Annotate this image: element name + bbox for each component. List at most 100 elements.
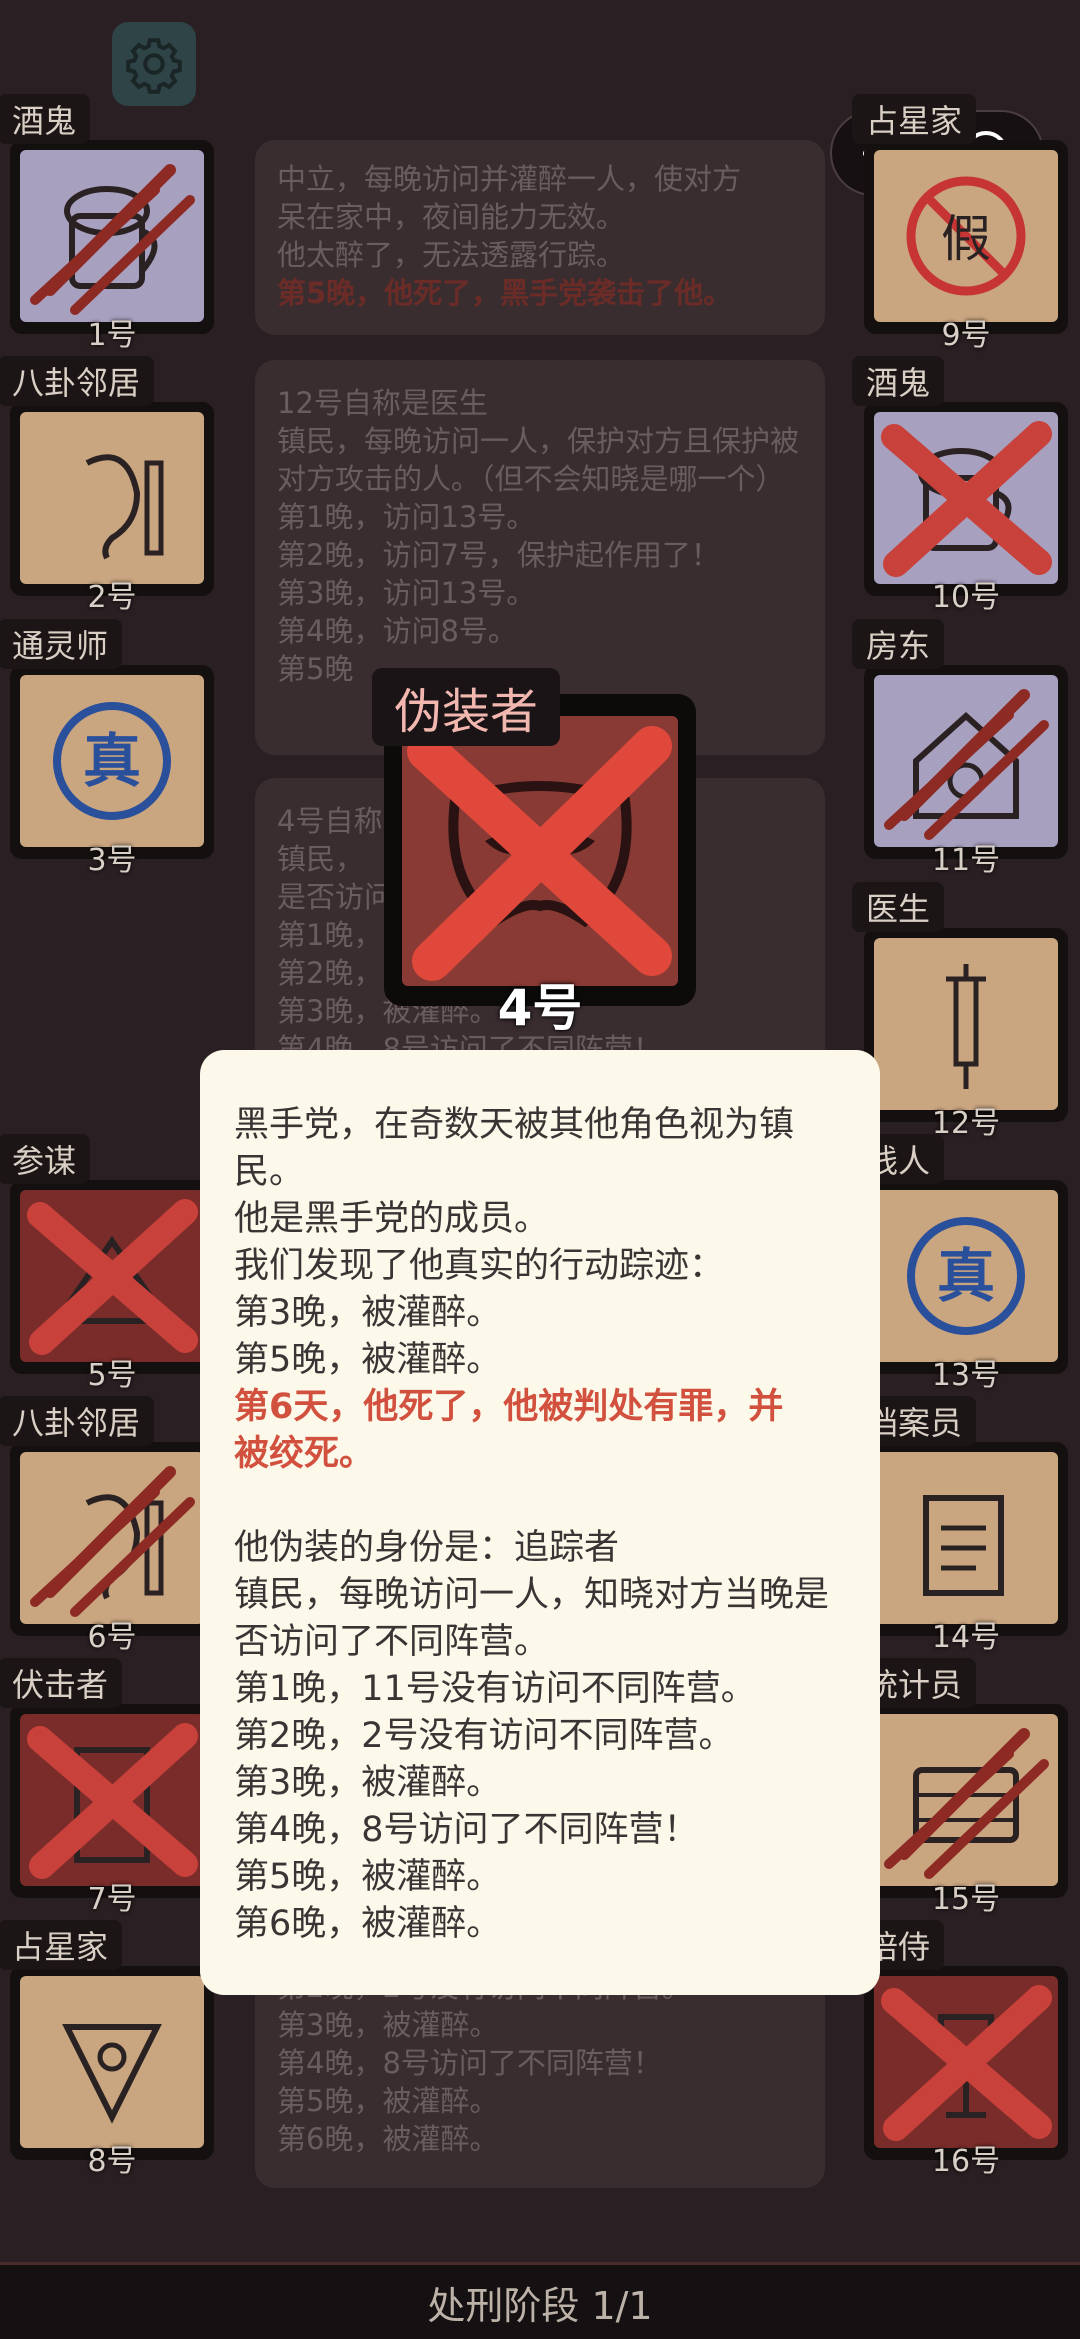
phase-footer: 处刑阶段 1/1 (0, 2262, 1080, 2339)
svg-text:真: 真 (83, 727, 141, 795)
log-line: 呆在家中，夜间能力无效。 (277, 200, 626, 234)
role-art (20, 1452, 204, 1624)
popup-line: 第4晚，8号访问了不同阵营！ (234, 1810, 699, 1850)
popup-line: 第1晚，11号没有访问不同阵营。 (234, 1669, 756, 1709)
role-label: 伏击者 (0, 1658, 123, 1708)
player-number: 6号 (87, 1620, 137, 1655)
player-number: 3号 (87, 843, 137, 878)
role-art (402, 716, 678, 986)
role-art (874, 1452, 1058, 1624)
player-card[interactable]: 房东 11号 (852, 619, 1068, 878)
player-number: 11号 (931, 843, 1001, 878)
player-card[interactable]: 八卦邻居 2号 (0, 356, 214, 615)
claw-mark (30, 164, 195, 315)
role-art (20, 1190, 204, 1362)
player-card[interactable]: 八卦邻居 6号 (0, 1396, 214, 1655)
eliminated-cross-mark (27, 1723, 198, 1879)
svg-text:真: 真 (937, 1242, 995, 1310)
role-art (874, 938, 1058, 1110)
role-art (874, 675, 1058, 847)
player-number: 10号 (931, 580, 1001, 615)
role-art: 真 (20, 675, 204, 847)
player-card[interactable]: 伏击者 7号 (0, 1658, 214, 1917)
popup-line: 第5晚，被灌醉。 (234, 1340, 502, 1380)
claw-mark (884, 1728, 1049, 1879)
role-art (874, 1976, 1058, 2148)
eliminated-cross-mark (407, 726, 672, 981)
log-line: 第3晚，访问13号。 (277, 576, 536, 610)
log-death-line: 第5晚，他死了，黑手党袭击了他。 (277, 276, 733, 310)
player-card[interactable]: 统计员 15号 (852, 1658, 1068, 1917)
role-art (20, 412, 204, 584)
eliminated-cross-mark (27, 1199, 198, 1355)
role-art: 假 (874, 150, 1058, 322)
selected-role-card: 伪装者 4号 (372, 668, 700, 1037)
player-number: 7号 (87, 1882, 137, 1917)
player-card[interactable]: 酒鬼 10号 (852, 356, 1068, 615)
log-line: 第2晚，访问7号，保护起作用了！ (277, 538, 720, 572)
popup-line: 第2晚，2号没有访问不同阵营。 (234, 1716, 734, 1756)
log-line: 第4晚，访问8号。 (277, 614, 517, 648)
log-line: 镇民，每晚访问一人，保护对方且保护被对方攻击的人。（但不会知晓是哪一个） (277, 424, 800, 496)
gear-icon (126, 38, 182, 94)
player-number: 2号 (87, 580, 137, 615)
role-label: 八卦邻居 (0, 1396, 155, 1446)
role-label: 房东 (852, 619, 945, 669)
popup-line: 他是黑手党的成员。 (234, 1199, 550, 1239)
player-card[interactable]: 假 占星家 9号 (852, 94, 1068, 353)
documents-icon (923, 1495, 1004, 1596)
popup-line: 镇民，每晚访问一人，知晓对方当晚是否访问了不同阵营。 (234, 1575, 830, 1662)
log-line: 第4晚，8号访问了不同阵营！ (277, 2046, 662, 2080)
ear-icon (85, 454, 164, 560)
syringe-icon (946, 964, 986, 1089)
log-line: 第1晚，访问13号。 (277, 500, 536, 534)
player-number: 16号 (931, 2144, 1001, 2179)
eliminated-cross-mark (881, 421, 1052, 577)
player-card[interactable]: 真 通灵师 3号 (0, 619, 214, 878)
role-label: 通灵师 (0, 619, 123, 669)
role-art (20, 1976, 204, 2148)
popup-spacer (234, 1478, 848, 1525)
role-label: 占星家 (0, 1920, 123, 1970)
svg-text:假: 假 (941, 210, 991, 268)
role-art (20, 1714, 204, 1886)
role-art: 真 (874, 1190, 1058, 1362)
log-line: 第6晚，被灌醉。 (277, 2122, 499, 2156)
popup-line: 他伪装的身份是：追踪者 (234, 1528, 620, 1568)
role-art (874, 1714, 1058, 1886)
popup-line: 第3晚，被灌醉。 (234, 1293, 502, 1333)
role-art (20, 150, 204, 322)
player-number: 14号 (931, 1620, 1001, 1655)
true-stamp-icon: 真 (53, 702, 171, 820)
player-card[interactable]: 参谋 5号 (0, 1134, 214, 1393)
popup-death-line: 第6天，他死了，他被判处有罪，并被绞死。 (234, 1387, 784, 1474)
player-number: 5号 (87, 1358, 137, 1393)
player-number: 1号 (87, 318, 137, 353)
role-label: 占星家 (852, 94, 977, 144)
player-card[interactable]: 陪侍 16号 (852, 1920, 1068, 2179)
player-number: 9号 (941, 318, 991, 353)
eliminated-cross-mark (881, 1985, 1052, 2141)
player-number: 15号 (931, 1882, 1001, 1917)
player-card[interactable]: 真线人 13号 (852, 1134, 1068, 1393)
role-detail-popup[interactable]: 黑手党，在奇数天被其他角色视为镇民。 他是黑手党的成员。 我们发现了他真实的行动… (200, 1050, 880, 1995)
claw-mark (884, 689, 1049, 840)
player-card[interactable]: 酒鬼 1号 (0, 94, 214, 353)
phase-label: 处刑阶段 1/1 (427, 2283, 653, 2328)
no-fake-icon: 假 (906, 176, 1026, 296)
role-title: 伪装者 (372, 668, 561, 746)
role-label: 医生 (852, 882, 945, 932)
player-card[interactable]: 占星家 8号 (0, 1920, 214, 2179)
log-line: 第3晚，被灌醉。 (277, 2008, 499, 2042)
role-label: 参谋 (0, 1134, 91, 1184)
player-number: 13号 (931, 1358, 1001, 1393)
true-stamp-icon: 真 (907, 1217, 1025, 1335)
log-line: 12号自称是医生 (277, 386, 488, 420)
log-line: 第5晚，被灌醉。 (277, 2084, 499, 2118)
player-card[interactable]: 医生 12号 (852, 882, 1068, 1141)
role-label: 八卦邻居 (0, 356, 155, 406)
sextant-icon (62, 2024, 162, 2124)
player-card[interactable]: 档案员 14号 (852, 1396, 1068, 1655)
log-line: 他太醉了，无法透露行踪。 (277, 238, 626, 272)
log-panel-1: 中立，每晚访问并灌醉一人，使对方 呆在家中，夜间能力无效。 他太醉了，无法透露行… (255, 140, 825, 335)
